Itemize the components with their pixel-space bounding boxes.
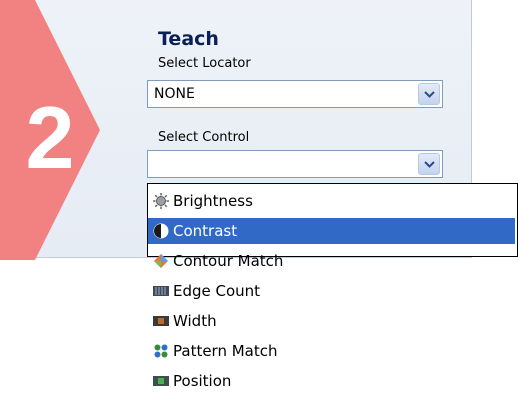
- step-arrow-icon: 2: [0, 0, 100, 260]
- option-position[interactable]: Position: [148, 366, 516, 396]
- chevron-down-icon[interactable]: [418, 83, 440, 105]
- option-pattern-match[interactable]: Pattern Match: [148, 336, 516, 366]
- select-locator-dropdown[interactable]: NONE: [147, 80, 443, 108]
- width-icon: [153, 316, 169, 326]
- chevron-down-icon[interactable]: [418, 153, 440, 175]
- select-control-label: Select Control: [158, 130, 250, 145]
- edge-count-icon: [153, 286, 169, 296]
- option-label: Width: [173, 312, 217, 330]
- option-label: Contrast: [173, 222, 238, 240]
- contrast-icon: [153, 223, 169, 239]
- position-icon: [153, 376, 169, 386]
- control-options: Brightness Contrast Contour Match Edge C…: [148, 186, 516, 396]
- option-label: Brightness: [173, 192, 253, 210]
- option-label: Position: [173, 372, 232, 390]
- option-contour-match[interactable]: Contour Match: [148, 246, 516, 276]
- option-label: Contour Match: [173, 252, 284, 270]
- option-contrast[interactable]: Contrast: [148, 218, 515, 244]
- brightness-icon: [153, 193, 169, 209]
- option-width[interactable]: Width: [148, 306, 516, 336]
- contour-match-icon: [154, 254, 168, 268]
- select-locator-value: NONE: [154, 86, 195, 102]
- select-locator-label: Select Locator: [158, 56, 251, 71]
- pattern-match-icon: [154, 344, 168, 358]
- select-control-dropdown[interactable]: [147, 150, 443, 178]
- option-edge-count[interactable]: Edge Count: [148, 276, 516, 306]
- panel-title: Teach: [158, 28, 219, 50]
- step-number: 2: [26, 88, 75, 187]
- option-label: Pattern Match: [173, 342, 278, 360]
- option-brightness[interactable]: Brightness: [148, 186, 516, 216]
- option-label: Edge Count: [173, 282, 261, 300]
